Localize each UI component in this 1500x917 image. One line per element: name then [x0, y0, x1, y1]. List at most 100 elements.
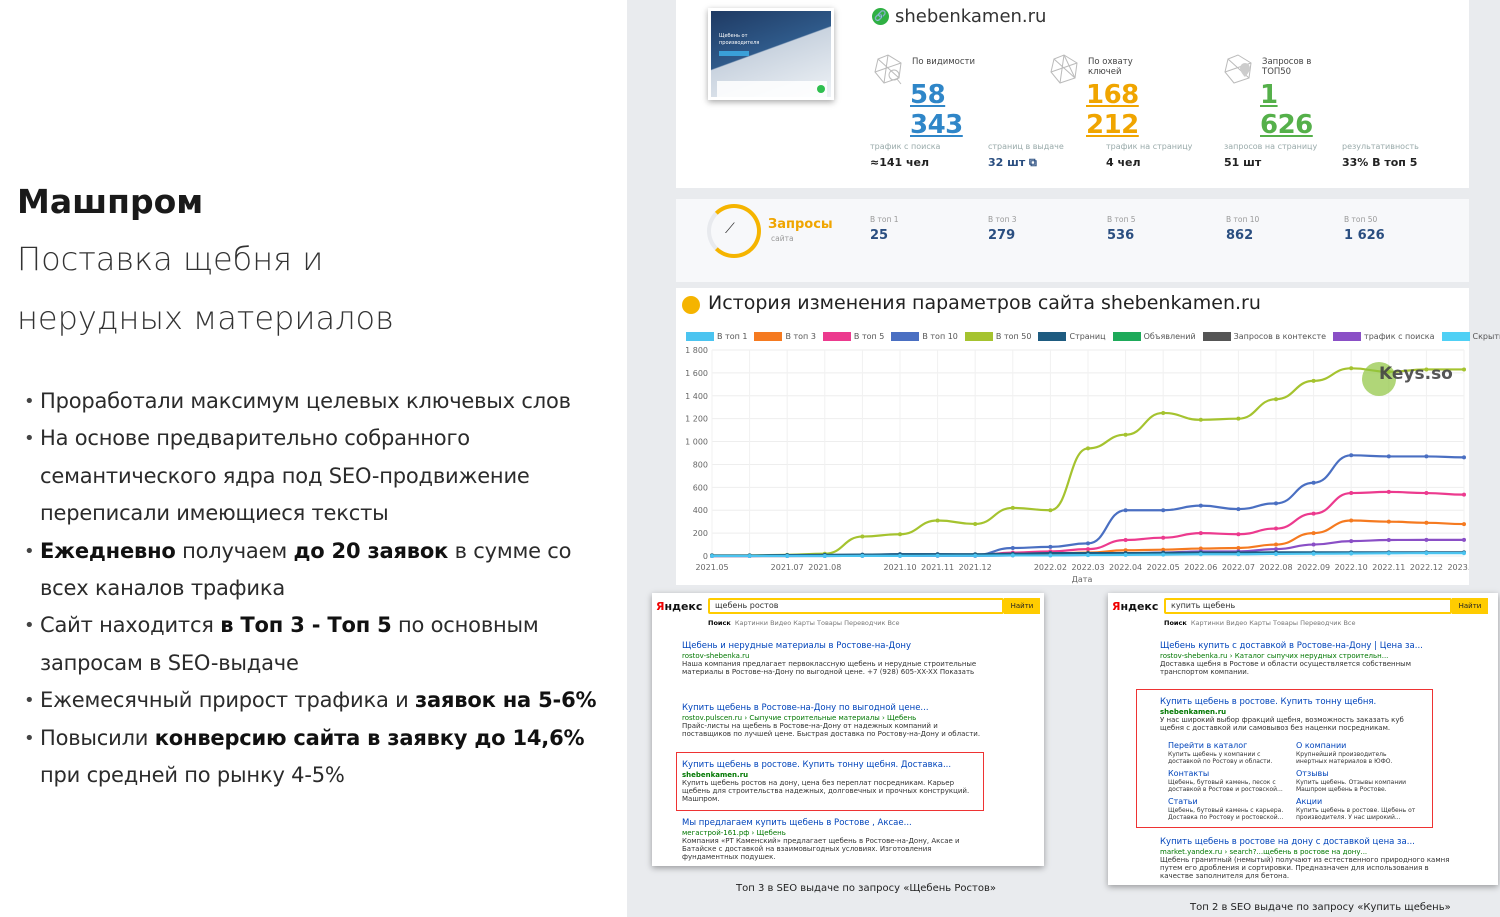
yandex-logo: Яндекс	[656, 600, 703, 613]
data-point	[1349, 491, 1354, 496]
data-point	[1274, 551, 1278, 556]
data-point	[1311, 542, 1316, 547]
query-count-top3[interactable]: В топ 3 279	[988, 215, 1017, 243]
search-button[interactable]: Найти	[1452, 598, 1488, 614]
bullet-emphasis: заявок на 5-6%	[415, 688, 597, 713]
x-tick-label: 2021.10	[883, 563, 916, 572]
data-point	[1311, 531, 1316, 536]
stat-label: страниц в выдаче	[988, 142, 1064, 151]
search-input[interactable]: щебень ростов	[708, 598, 1004, 614]
company-title: Машпром	[17, 182, 204, 221]
x-tick-label: 2022.10	[1335, 563, 1368, 572]
data-point	[1462, 492, 1466, 497]
bullet-emphasis: в Топ 3 - Топ 5	[220, 613, 392, 638]
network-icon	[872, 52, 904, 86]
data-point	[973, 521, 978, 526]
data-point	[1349, 453, 1354, 458]
search-result[interactable]: Мы предлагаем купить щебень в Ростове , …	[682, 818, 982, 861]
data-point	[747, 554, 752, 558]
bullet-item: Ежедневно получаем до 20 заявок в сумме …	[24, 533, 614, 608]
stat-value[interactable]: 32 шт ⧉	[988, 156, 1064, 170]
query-count-top10[interactable]: В топ 10 862	[1226, 215, 1259, 243]
data-point	[1086, 547, 1090, 552]
stat-efficiency: результативность 33% В топ 5	[1342, 142, 1419, 169]
sitelink[interactable]: Контакты Щебень, бутовый камень, песок с …	[1168, 768, 1288, 793]
data-point	[898, 553, 902, 558]
query-count-top50[interactable]: В топ 50 1 626	[1344, 215, 1385, 243]
domain-text: shebenkamen.ru	[895, 6, 1047, 27]
x-tick-label: 2022.07	[1222, 563, 1255, 572]
y-tick-label: 1 800	[685, 346, 708, 355]
data-point	[1349, 551, 1354, 556]
y-tick-label: 1 600	[685, 369, 708, 378]
stat-pages: страниц в выдаче 32 шт ⧉	[988, 142, 1064, 170]
x-tick-label: 2021.05	[695, 563, 728, 572]
bullet-text: Сайт находится	[40, 613, 221, 638]
sitelink[interactable]: О компании Крупнейший производитель инерт…	[1296, 740, 1416, 765]
query-label: В топ 10	[1226, 215, 1260, 224]
metric-top50: Запросов в ТОП50 1 626	[1222, 52, 1313, 140]
screenshot-button	[719, 51, 749, 56]
search-result[interactable]: Щебень и нерудные материалы в Ростове-на…	[682, 641, 982, 676]
bullet-text: получаем	[175, 538, 294, 563]
stat-label: трафик с поиска	[870, 142, 941, 151]
data-point	[860, 553, 865, 558]
query-value: 25	[870, 228, 889, 243]
data-point	[1086, 553, 1090, 558]
data-point	[1010, 553, 1015, 558]
data-point	[1424, 551, 1429, 556]
bullet-item: На основе предварительно собранного сема…	[24, 420, 614, 532]
data-point	[1048, 508, 1053, 513]
search-result[interactable]: Купить щебень в Ростове-на-Дону по выгод…	[682, 703, 982, 738]
results-bullet-list: Проработали максимум целевых ключевых сл…	[24, 383, 614, 794]
queries-card: ⟋ Запросы сайта В топ 1 25 В топ 3 279 В т…	[676, 199, 1469, 282]
data-point	[710, 554, 714, 558]
y-tick-label: 1 000	[685, 438, 708, 447]
metric-value[interactable]: 58 343	[910, 80, 982, 140]
stat-traffic-per-page: трафик на страницу 4 чел	[1106, 142, 1192, 169]
search-input[interactable]: купить щебень	[1164, 598, 1452, 614]
metric-value[interactable]: 1 626	[1260, 80, 1313, 140]
search-tabs[interactable]: Поиск Картинки Видео Карты Товары Перево…	[708, 619, 900, 627]
data-point	[935, 553, 940, 558]
y-tick-label: 0	[703, 552, 708, 561]
data-point	[1236, 552, 1241, 557]
site-domain[interactable]: 🔗 shebenkamen.ru	[872, 6, 1046, 27]
subtitle-line-2: нерудных материалов	[17, 299, 394, 337]
site-screenshot-thumbnail[interactable]: Щебень от производителя	[708, 8, 834, 100]
network-pin-icon	[1222, 52, 1254, 86]
sitelink[interactable]: Отзывы Купить щебень. Отзывы компании Маш…	[1296, 768, 1416, 793]
metric-value[interactable]: 168 212	[1086, 80, 1148, 140]
search-button[interactable]: Найти	[1004, 598, 1040, 614]
search-result-target[interactable]: Купить щебень в ростове. Купить тонну ще…	[682, 760, 978, 803]
query-label: В топ 1	[870, 215, 899, 224]
data-point	[1236, 545, 1241, 550]
sitelink[interactable]: Перейти в каталог Купить щебень у компани…	[1168, 740, 1288, 765]
search-tabs[interactable]: Поиск Картинки Видео Карты Товары Перево…	[1164, 619, 1356, 627]
stat-value: 51 шт	[1224, 156, 1262, 169]
data-point	[1462, 537, 1466, 542]
x-tick-label: 2022.11	[1372, 563, 1405, 572]
data-point	[1161, 410, 1166, 415]
data-point	[1462, 455, 1466, 460]
sitelink[interactable]: Акции Купить щебень в ростове. Щебень от …	[1296, 796, 1416, 821]
data-point	[1274, 526, 1278, 531]
data-point	[1349, 539, 1354, 544]
data-point	[1386, 537, 1391, 542]
x-axis-label: Дата	[1072, 575, 1093, 584]
query-count-top1[interactable]: В топ 1 25	[870, 215, 899, 243]
sitelink[interactable]: Статьи Щебень, бутовый камень с карьера. …	[1168, 796, 1288, 821]
data-point	[822, 554, 827, 558]
data-point	[1349, 518, 1354, 523]
search-result[interactable]: Купить щебень в ростове на дону с достав…	[1160, 837, 1460, 880]
query-count-top5[interactable]: В топ 5 536	[1107, 215, 1136, 243]
search-result[interactable]: Щебень купить с доставкой в Ростове-на-Д…	[1160, 641, 1460, 676]
search-result-target[interactable]: Купить щебень в ростове. Купить тонну ще…	[1160, 697, 1428, 732]
serp-caption-rostov: Топ 3 в SEO выдаче по запросу «Щебень Ро…	[736, 883, 996, 894]
y-tick-label: 200	[693, 529, 708, 538]
y-tick-label: 1 400	[685, 392, 708, 401]
x-tick-label: 2022.02	[1034, 563, 1067, 572]
data-point	[1010, 505, 1015, 510]
data-point	[1048, 553, 1053, 558]
bullet-item: Повысили конверсию сайта в заявку до 14,…	[24, 720, 614, 795]
